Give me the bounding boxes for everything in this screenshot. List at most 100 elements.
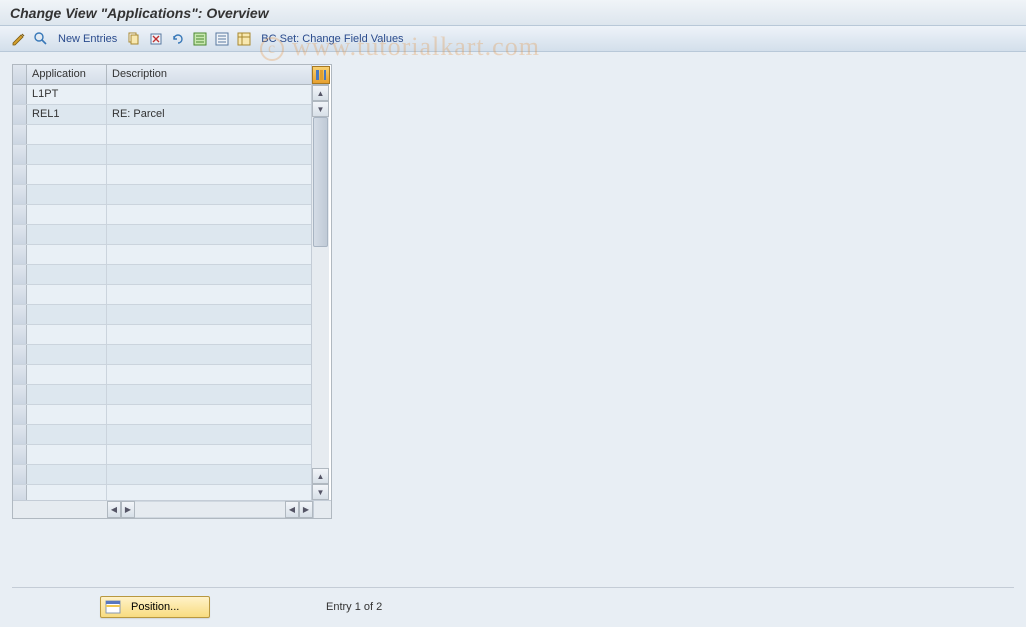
cell-description[interactable] [107, 425, 311, 444]
cell-description[interactable] [107, 85, 311, 104]
row-selector[interactable] [13, 205, 27, 224]
cell-application[interactable] [27, 305, 107, 324]
select-all-icon[interactable] [191, 30, 209, 48]
cell-application[interactable] [27, 405, 107, 424]
scroll-thumb-vertical[interactable] [313, 117, 328, 247]
cell-description[interactable] [107, 205, 311, 224]
cell-description[interactable] [107, 365, 311, 384]
cell-application[interactable] [27, 485, 107, 500]
cell-application[interactable] [27, 425, 107, 444]
cell-description[interactable] [107, 185, 311, 204]
row-selector[interactable] [13, 225, 27, 244]
row-selector[interactable] [13, 85, 27, 104]
row-selector[interactable] [13, 285, 27, 304]
row-selector[interactable] [13, 425, 27, 444]
cell-description[interactable] [107, 345, 311, 364]
cell-description[interactable] [107, 485, 311, 500]
cell-description[interactable] [107, 445, 311, 464]
row-selector[interactable] [13, 145, 27, 164]
scroll-down-button-bottom[interactable]: ▼ [312, 484, 329, 500]
scroll-left-button-end[interactable]: ◀ [285, 501, 299, 518]
cell-application[interactable]: REL1 [27, 105, 107, 124]
table-settings-icon[interactable] [235, 30, 253, 48]
scroll-left-button[interactable]: ◀ [107, 501, 121, 518]
find-icon[interactable] [32, 30, 50, 48]
row-selector[interactable] [13, 305, 27, 324]
scroll-track-vertical[interactable] [312, 117, 329, 468]
col-header-application[interactable]: Application [27, 65, 107, 84]
toggle-display-icon[interactable] [10, 30, 28, 48]
position-button[interactable]: Position... [100, 596, 210, 618]
cell-description[interactable]: RE: Parcel [107, 105, 311, 124]
cell-application[interactable] [27, 185, 107, 204]
footer: Position... Entry 1 of 2 [12, 587, 1014, 613]
cell-application[interactable] [27, 205, 107, 224]
configure-columns-icon[interactable] [312, 66, 330, 84]
cell-description[interactable] [107, 465, 311, 484]
table-row: REL1RE: Parcel [13, 105, 311, 125]
row-selector[interactable] [13, 485, 27, 500]
cell-application[interactable] [27, 165, 107, 184]
cell-application[interactable] [27, 365, 107, 384]
cell-application[interactable] [27, 245, 107, 264]
col-header-description[interactable]: Description [107, 65, 311, 84]
cell-description[interactable] [107, 245, 311, 264]
cell-application[interactable] [27, 145, 107, 164]
row-selector[interactable] [13, 105, 27, 124]
cell-description[interactable] [107, 165, 311, 184]
bc-set-button[interactable]: BC Set: Change Field Values [257, 33, 407, 45]
row-selector[interactable] [13, 185, 27, 204]
cell-description[interactable] [107, 265, 311, 284]
deselect-all-icon[interactable] [213, 30, 231, 48]
cell-description[interactable] [107, 305, 311, 324]
table-row [13, 225, 311, 245]
table-row [13, 365, 311, 385]
row-selector[interactable] [13, 365, 27, 384]
cell-description[interactable] [107, 405, 311, 424]
row-selector[interactable] [13, 385, 27, 404]
cell-application[interactable] [27, 445, 107, 464]
scroll-track-horizontal[interactable] [135, 501, 285, 518]
cell-application[interactable] [27, 265, 107, 284]
cell-description[interactable] [107, 145, 311, 164]
scroll-down-button[interactable]: ▼ [312, 101, 329, 117]
row-selector[interactable] [13, 405, 27, 424]
row-selector[interactable] [13, 325, 27, 344]
cell-description[interactable] [107, 225, 311, 244]
table-row [13, 465, 311, 485]
cell-application[interactable] [27, 285, 107, 304]
row-selector[interactable] [13, 245, 27, 264]
cell-application[interactable] [27, 465, 107, 484]
undo-icon[interactable] [169, 30, 187, 48]
row-selector[interactable] [13, 465, 27, 484]
scroll-up-button[interactable]: ▲ [312, 85, 329, 101]
row-selector[interactable] [13, 265, 27, 284]
cell-description[interactable] [107, 125, 311, 144]
table-container: Application Description L1PTREL1RE: Parc… [12, 64, 332, 519]
cell-application[interactable]: L1PT [27, 85, 107, 104]
new-entries-button[interactable]: New Entries [54, 33, 121, 45]
cell-description[interactable] [107, 325, 311, 344]
table-row: L1PT [13, 85, 311, 105]
table-header: Application Description [13, 65, 311, 85]
cell-description[interactable] [107, 385, 311, 404]
row-selector[interactable] [13, 445, 27, 464]
position-icon [105, 600, 121, 614]
cell-description[interactable] [107, 285, 311, 304]
table-row [13, 165, 311, 185]
row-selector[interactable] [13, 125, 27, 144]
delete-icon[interactable] [147, 30, 165, 48]
copy-icon[interactable] [125, 30, 143, 48]
scroll-right-button[interactable]: ▶ [121, 501, 135, 518]
horizontal-scrollbar: ◀ ▶ ◀ ▶ [13, 500, 331, 518]
select-all-rows[interactable] [13, 65, 27, 84]
scroll-up-button-bottom[interactable]: ▲ [312, 468, 329, 484]
cell-application[interactable] [27, 125, 107, 144]
cell-application[interactable] [27, 385, 107, 404]
scroll-right-button-end[interactable]: ▶ [299, 501, 313, 518]
cell-application[interactable] [27, 325, 107, 344]
row-selector[interactable] [13, 165, 27, 184]
cell-application[interactable] [27, 225, 107, 244]
row-selector[interactable] [13, 345, 27, 364]
cell-application[interactable] [27, 345, 107, 364]
